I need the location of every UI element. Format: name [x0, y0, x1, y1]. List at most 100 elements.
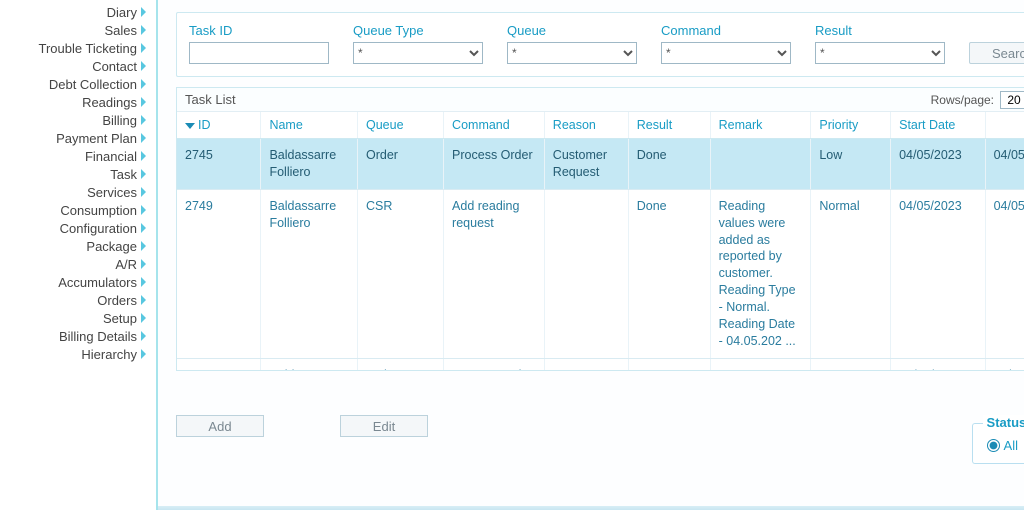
chevron-right-icon — [141, 295, 146, 305]
sidebar-item-label: A/R — [115, 257, 137, 272]
sidebar-item-contact[interactable]: Contact — [0, 57, 148, 75]
sidebar-item-label: Sales — [104, 23, 137, 38]
chevron-right-icon — [141, 97, 146, 107]
column-header-label: Name — [269, 118, 302, 132]
sidebar-item-accumulators[interactable]: Accumulators — [0, 273, 148, 291]
column-header-label: ID — [198, 118, 211, 132]
column-header[interactable]: Name — [261, 112, 358, 139]
chevron-right-icon — [141, 115, 146, 125]
search-button[interactable]: Search — [969, 42, 1024, 64]
sidebar-item-task[interactable]: Task — [0, 165, 148, 183]
status-option-all[interactable]: All — [987, 438, 1018, 453]
task-table: ID Name Queue Command Reason Result Remark Prio… — [177, 112, 1024, 370]
table-row[interactable]: 2750Baldassarre FollieroOrderProcess Ord… — [177, 358, 1024, 370]
sidebar-item-label: Billing Details — [59, 329, 137, 344]
table-cell — [544, 189, 628, 358]
column-header[interactable]: Reason — [544, 112, 628, 139]
table-cell: 04/05 — [985, 139, 1024, 190]
sidebar-item-label: Hierarchy — [81, 347, 137, 362]
sidebar-item-financial[interactable]: Financial — [0, 147, 148, 165]
task-id-input[interactable] — [189, 42, 329, 64]
sidebar-item-label: Contact — [92, 59, 137, 74]
column-header[interactable]: Queue — [358, 112, 444, 139]
filter-label-queue-type: Queue Type — [353, 23, 483, 38]
filter-bar: Task ID Queue Type * Queue * Command * R… — [176, 12, 1024, 77]
chevron-right-icon — [141, 331, 146, 341]
sidebar-item-hierarchy[interactable]: Hierarchy — [0, 345, 148, 363]
table-cell: 04/05/2023 — [891, 139, 985, 190]
chevron-right-icon — [141, 7, 146, 17]
column-header[interactable] — [985, 112, 1024, 139]
column-header[interactable]: Result — [628, 112, 710, 139]
status-filter-group: Status All — [972, 423, 1024, 464]
chevron-right-icon — [141, 25, 146, 35]
sidebar-item-orders[interactable]: Orders — [0, 291, 148, 309]
sidebar-item-setup[interactable]: Setup — [0, 309, 148, 327]
column-header[interactable]: Start Date — [891, 112, 985, 139]
column-header[interactable]: Command — [444, 112, 545, 139]
table-cell: Process Order — [444, 139, 545, 190]
sidebar-item-sales[interactable]: Sales — [0, 21, 148, 39]
sidebar-item-label: Package — [86, 239, 137, 254]
column-header-label: Reason — [553, 118, 596, 132]
edit-button[interactable]: Edit — [340, 415, 428, 437]
panel-title: Task List — [185, 92, 931, 107]
sidebar-item-billing-details[interactable]: Billing Details — [0, 327, 148, 345]
chevron-right-icon — [141, 205, 146, 215]
column-header-label: Remark — [719, 118, 763, 132]
chevron-right-icon — [141, 223, 146, 233]
column-header[interactable]: Remark — [710, 112, 811, 139]
table-cell — [710, 139, 811, 190]
sidebar-item-billing[interactable]: Billing — [0, 111, 148, 129]
table-cell: 04/05/2023 — [891, 358, 985, 370]
chevron-right-icon — [141, 187, 146, 197]
column-header[interactable]: ID — [177, 112, 261, 139]
sidebar-item-payment-plan[interactable]: Payment Plan — [0, 129, 148, 147]
table-cell: Reading values were added as reported by… — [710, 189, 811, 358]
table-cell: Customer Request — [544, 139, 628, 190]
table-cell: 04/05 — [985, 189, 1024, 358]
sidebar-item-label: Debt Collection — [49, 77, 137, 92]
table-cell: Done — [628, 189, 710, 358]
chevron-right-icon — [141, 61, 146, 71]
column-header-label: Command — [452, 118, 510, 132]
task-list-panel: Task List Rows/page: IDNameQueueCommandR… — [176, 87, 1024, 371]
table-cell: Customer Request — [544, 358, 628, 370]
sidebar-item-label: Consumption — [60, 203, 137, 218]
sidebar-item-consumption[interactable]: Consumption — [0, 201, 148, 219]
status-legend: Status — [983, 415, 1024, 430]
table-cell: 04/05/2023 — [891, 189, 985, 358]
table-cell: 04/05 — [985, 358, 1024, 370]
sidebar-item-label: Services — [87, 185, 137, 200]
column-header[interactable]: Priority — [811, 112, 891, 139]
add-button[interactable]: Add — [176, 415, 264, 437]
queue-type-select[interactable]: * — [353, 42, 483, 64]
table-cell: Order — [358, 139, 444, 190]
table-cell: Low — [811, 139, 891, 190]
column-header-label: Queue — [366, 118, 404, 132]
filter-label-queue: Queue — [507, 23, 637, 38]
result-select[interactable]: * — [815, 42, 945, 64]
sidebar-item-services[interactable]: Services — [0, 183, 148, 201]
table-cell: Baldassarre Folliero — [261, 189, 358, 358]
table-cell: Baldassarre Folliero — [261, 358, 358, 370]
table-cell: 2749 — [177, 189, 261, 358]
filter-label-result: Result — [815, 23, 945, 38]
table-row[interactable]: 2745Baldassarre FollieroOrderProcess Ord… — [177, 139, 1024, 190]
sidebar-item-readings[interactable]: Readings — [0, 93, 148, 111]
table-cell — [710, 358, 811, 370]
rows-per-page-input[interactable] — [1000, 91, 1024, 109]
status-radio-all[interactable] — [987, 439, 1000, 452]
table-cell: Done — [628, 139, 710, 190]
sidebar-item-a-r[interactable]: A/R — [0, 255, 148, 273]
queue-select[interactable]: * — [507, 42, 637, 64]
table-row[interactable]: 2749Baldassarre FollieroCSRAdd reading r… — [177, 189, 1024, 358]
command-select[interactable]: * — [661, 42, 791, 64]
sidebar-item-trouble-ticketing[interactable]: Trouble Ticketing — [0, 39, 148, 57]
sidebar-item-package[interactable]: Package — [0, 237, 148, 255]
table-cell: CSR — [358, 189, 444, 358]
sidebar-item-diary[interactable]: Diary — [0, 3, 148, 21]
table-cell: Order — [358, 358, 444, 370]
sidebar-item-configuration[interactable]: Configuration — [0, 219, 148, 237]
sidebar-item-debt-collection[interactable]: Debt Collection — [0, 75, 148, 93]
